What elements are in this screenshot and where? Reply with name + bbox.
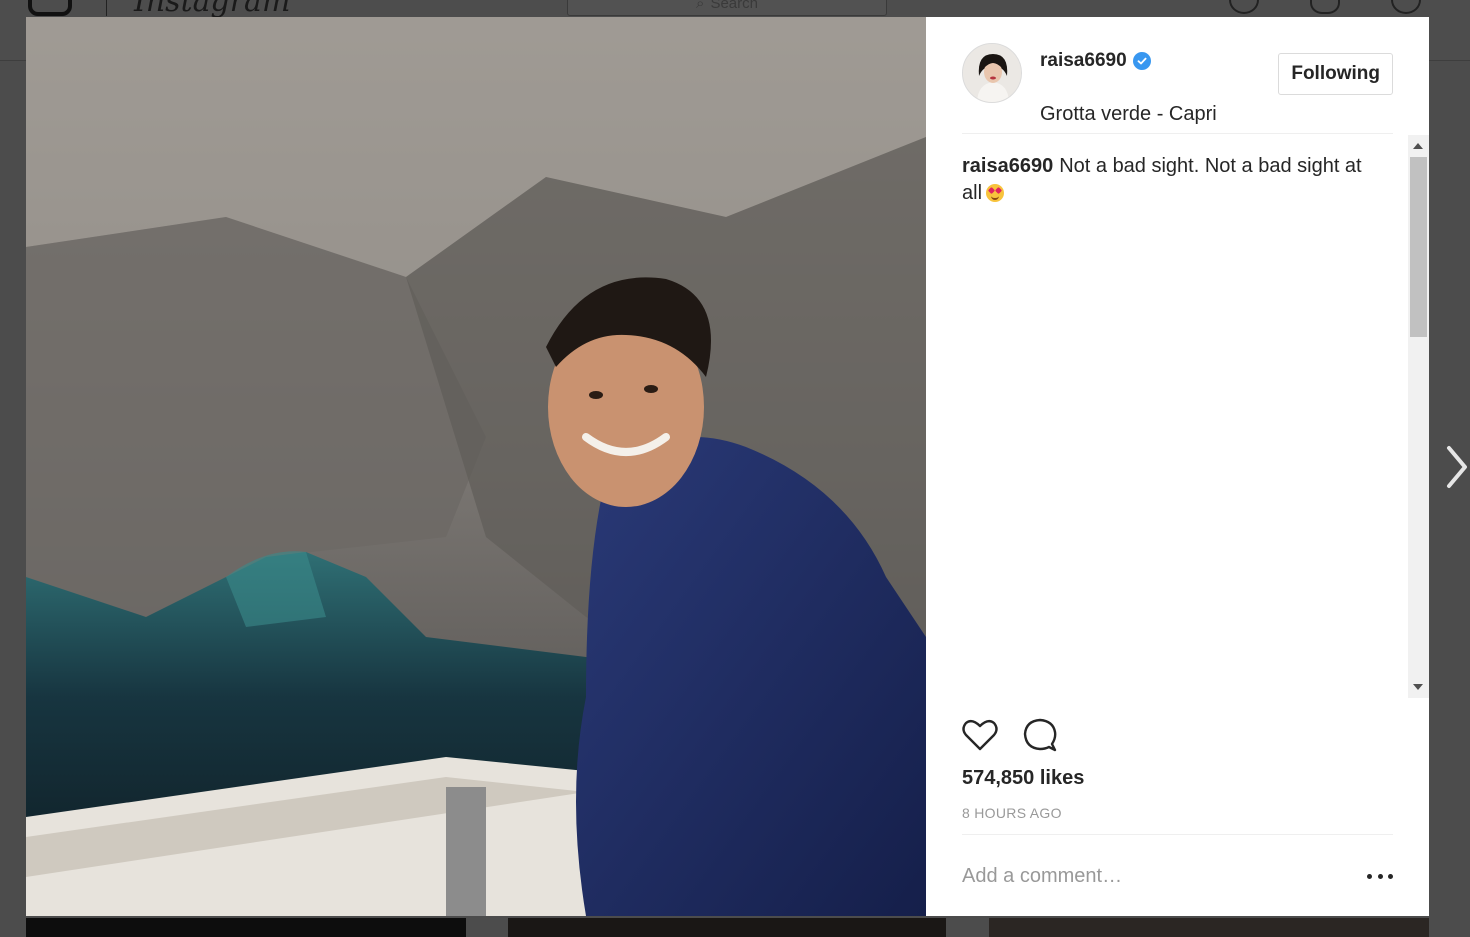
more-options-icon[interactable] [1367,865,1393,887]
background-thumbnail [26,918,466,937]
likes-count[interactable]: 574,850 likes [962,767,1084,790]
comments-list[interactable]: raisa6690 Not a bad sight. Not a bad sigh… [962,135,1393,697]
post-photo [26,17,926,916]
scroll-up-arrow-icon[interactable] [1413,143,1423,149]
comments-scrollbar[interactable] [1408,135,1429,698]
photo-illustration [26,17,926,916]
verified-badge-icon [1132,52,1151,70]
background-thumbnail [508,918,946,937]
search-icon: ⌕ [696,0,705,12]
avatar[interactable] [962,43,1022,103]
add-comment-bar [962,834,1393,917]
post-modal: raisa6690 Grotta verde - Capri Following… [26,17,1429,916]
username-row: raisa6690 [1040,50,1151,72]
heart-outline-icon [962,719,998,751]
chevron-right-icon[interactable] [1441,444,1470,490]
post-location[interactable]: Grotta verde - Capri [1040,103,1217,126]
background-thumbnail [989,918,1429,937]
scroll-down-arrow-icon[interactable] [1413,684,1423,690]
like-button[interactable] [962,717,998,753]
instagram-camera-icon [28,0,72,16]
logo-divider [106,0,107,16]
heart-eyes-emoji-icon [986,184,1005,202]
background-search: ⌕ Search [567,0,887,16]
comment-input[interactable] [962,861,1352,891]
heart-nav-icon [1310,0,1340,14]
author-username[interactable]: raisa6690 [1040,50,1127,72]
post-sidebar: raisa6690 Grotta verde - Capri Following… [926,17,1429,916]
following-button[interactable]: Following [1278,53,1393,95]
avatar-image [963,44,1021,102]
post-header: raisa6690 Grotta verde - Capri Following [962,43,1393,134]
caption-username[interactable]: raisa6690 [962,155,1053,177]
action-bar [962,717,1058,757]
comment-button[interactable] [1022,717,1058,753]
profile-nav-icon [1391,0,1421,14]
post-caption: raisa6690 Not a bad sight. Not a bad sigh… [962,153,1372,207]
speech-bubble-icon [1023,718,1057,752]
post-timestamp: 8 HOURS AGO [962,805,1062,821]
scroll-thumb[interactable] [1410,157,1427,337]
search-placeholder: Search [710,0,758,12]
compass-icon [1229,0,1259,14]
